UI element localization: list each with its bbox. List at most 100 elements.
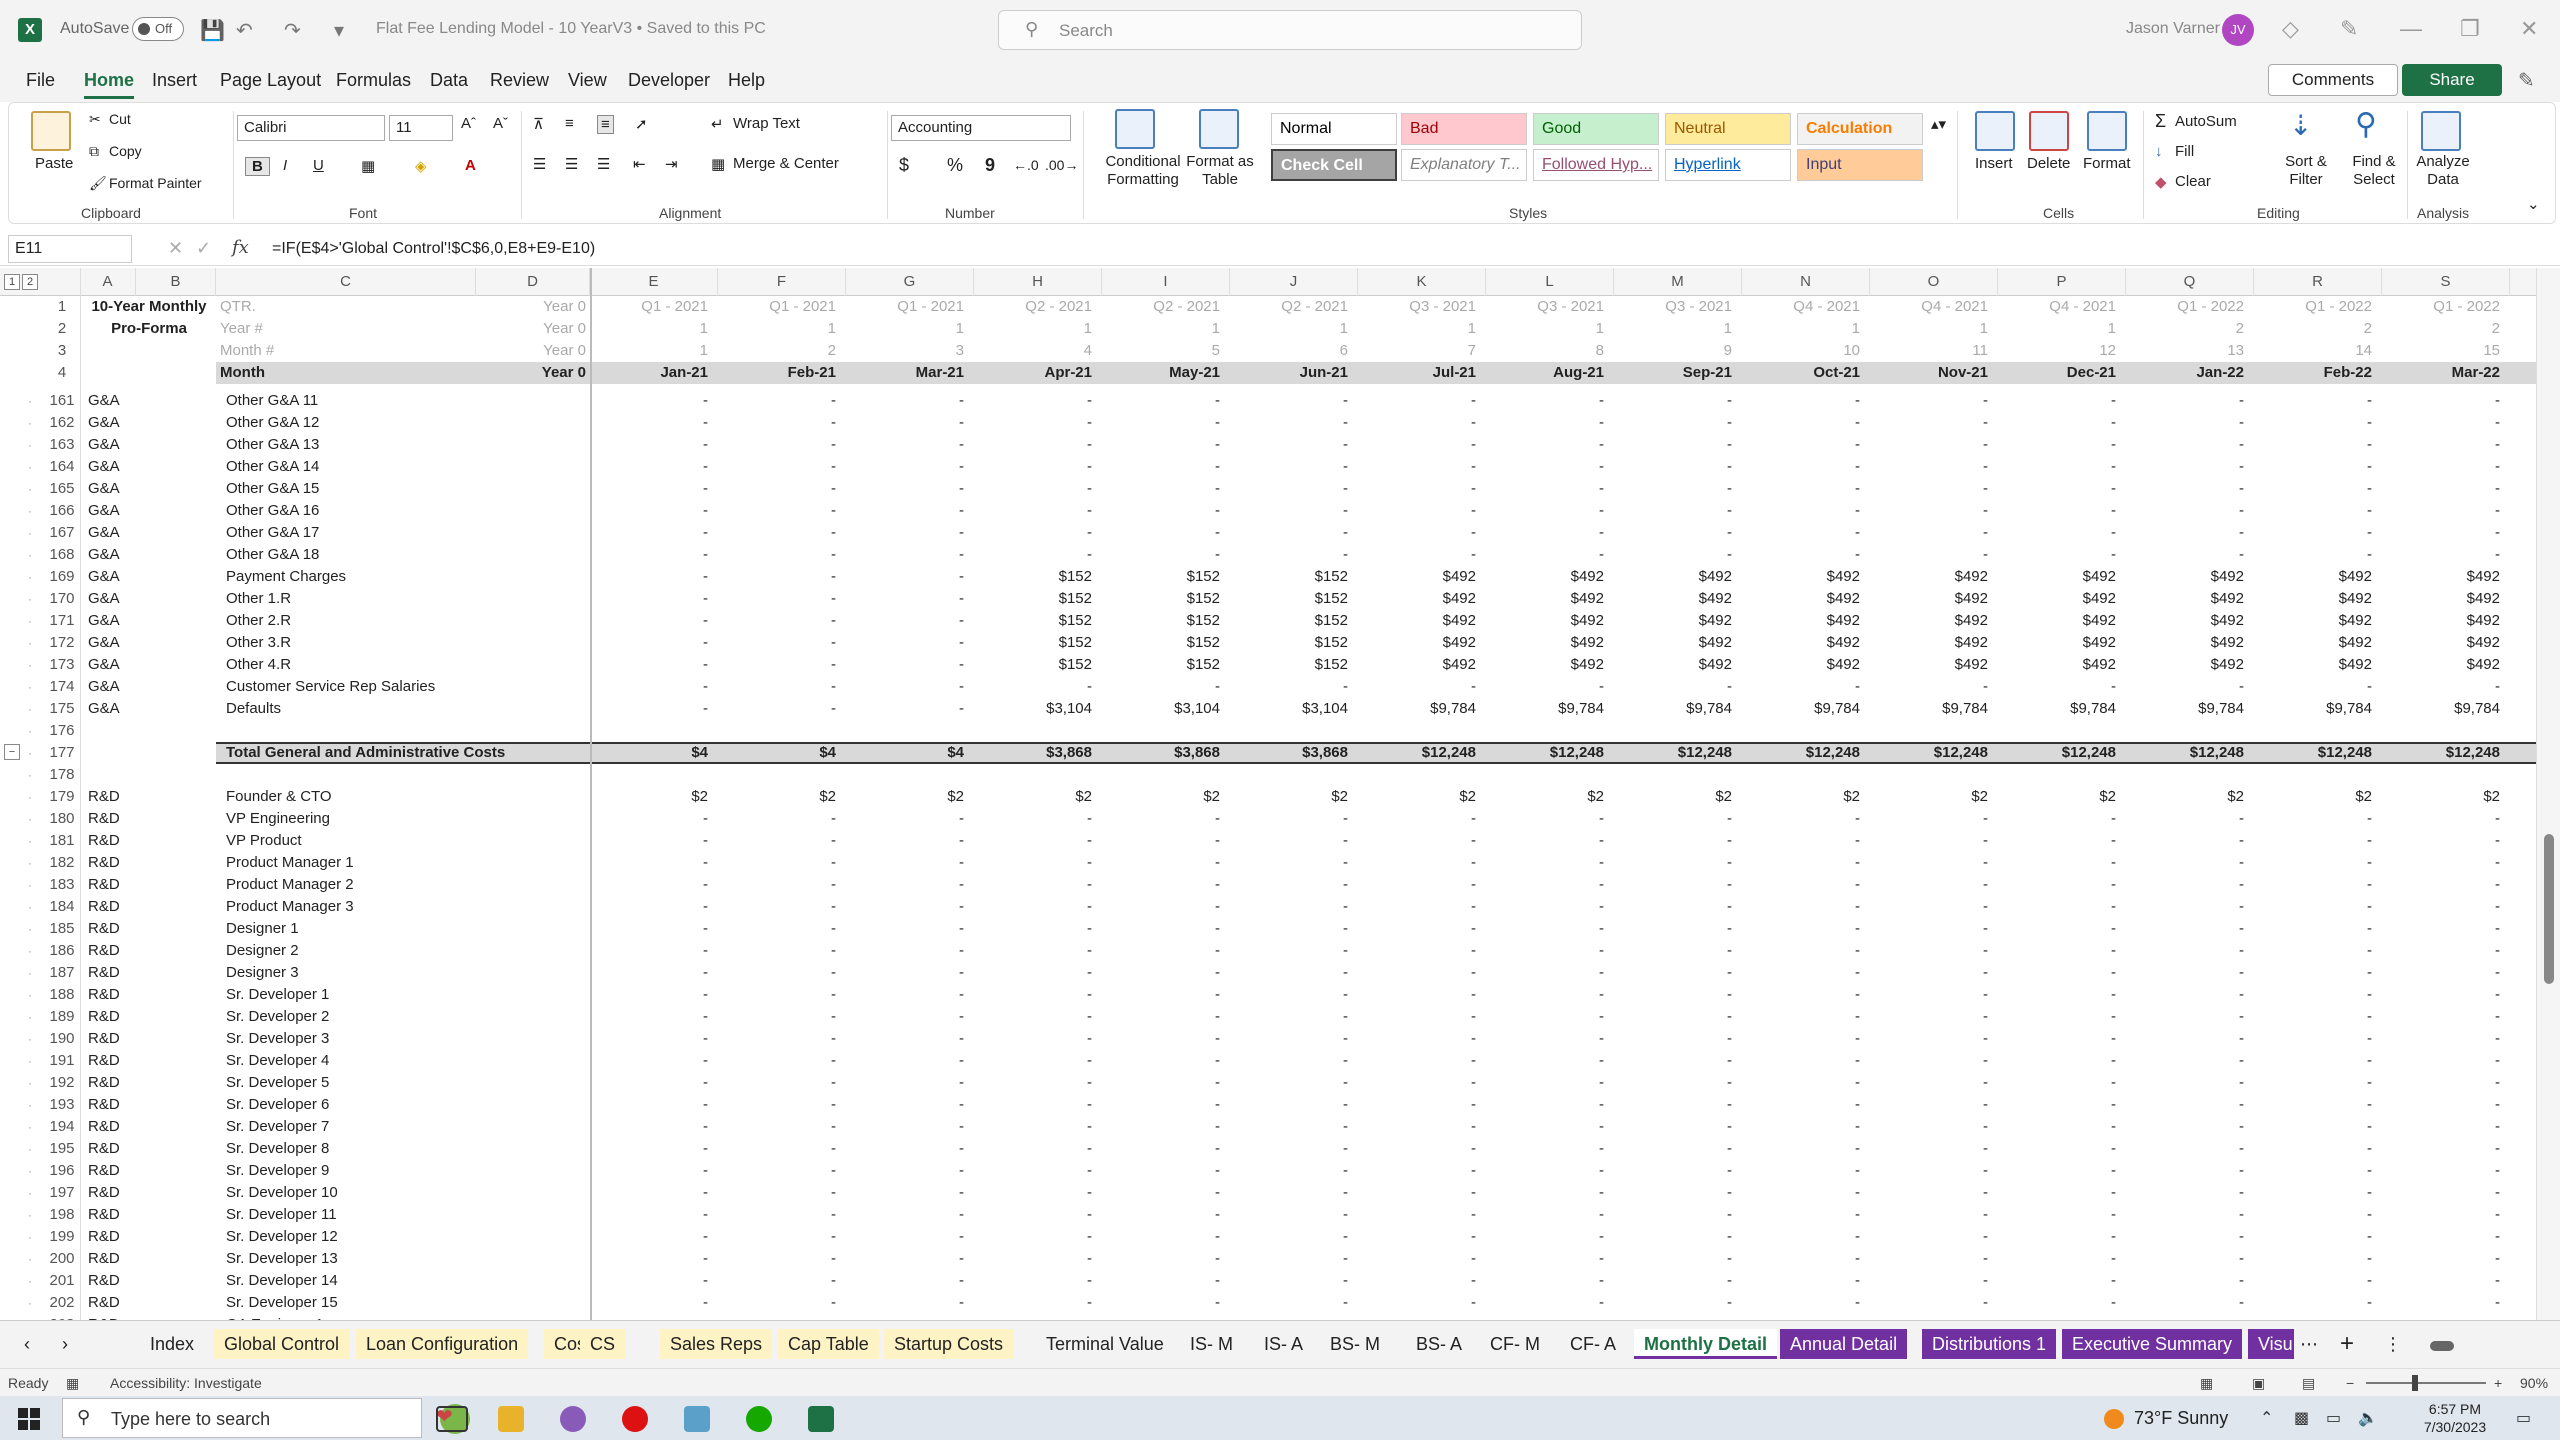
row-number[interactable]: 176 [44, 720, 80, 742]
macro-recording-icon[interactable]: ▦ [66, 1375, 79, 1392]
value-cell[interactable]: - [1998, 940, 2116, 962]
value-cell[interactable]: - [1614, 544, 1732, 566]
vertical-scroll-thumb[interactable] [2544, 834, 2554, 984]
value-cell[interactable]: - [974, 1226, 1092, 1248]
line-item-label[interactable]: Product Manager 3 [226, 896, 586, 918]
value-cell[interactable]: - [2382, 522, 2500, 544]
value-cell[interactable]: - [1742, 874, 1860, 896]
font-color-icon[interactable]: A [465, 157, 476, 174]
value-cell[interactable]: - [1358, 1138, 1476, 1160]
row-number[interactable]: 201 [44, 1270, 80, 1292]
line-item-label[interactable]: Other G&A 14 [226, 456, 586, 478]
value-cell[interactable]: $4 [718, 742, 836, 764]
category-cell[interactable]: G&A [88, 566, 136, 588]
value-cell[interactable]: - [974, 1204, 1092, 1226]
minimize-icon[interactable]: — [2400, 16, 2422, 42]
category-cell[interactable]: R&D [88, 1204, 136, 1226]
value-cell[interactable]: $152 [1230, 566, 1348, 588]
value-cell[interactable]: - [1358, 852, 1476, 874]
upwork-icon[interactable] [746, 1406, 772, 1432]
header-cell[interactable]: 1 [1614, 318, 1732, 340]
value-cell[interactable]: $492 [2126, 632, 2244, 654]
value-cell[interactable]: - [2254, 1248, 2372, 1270]
value-cell[interactable]: - [590, 1204, 708, 1226]
value-cell[interactable]: - [1614, 478, 1732, 500]
value-cell[interactable]: - [1102, 1182, 1220, 1204]
value-cell[interactable]: - [1102, 522, 1220, 544]
header-cell[interactable]: 2 [2382, 318, 2500, 340]
value-cell[interactable]: $2 [1486, 786, 1604, 808]
value-cell[interactable]: - [1486, 1270, 1604, 1292]
value-cell[interactable]: $3,104 [1230, 698, 1348, 720]
display-icon[interactable]: ▭ [2326, 1408, 2341, 1428]
category-cell[interactable]: R&D [88, 918, 136, 940]
value-cell[interactable]: - [1486, 1006, 1604, 1028]
value-cell[interactable]: - [2382, 1292, 2500, 1314]
value-cell[interactable]: - [1742, 1204, 1860, 1226]
header-cell[interactable]: 1 [590, 318, 708, 340]
value-cell[interactable]: $492 [1486, 654, 1604, 676]
value-cell[interactable]: - [1870, 1094, 1988, 1116]
line-item-label[interactable]: Product Manager 1 [226, 852, 586, 874]
value-cell[interactable]: - [1486, 412, 1604, 434]
value-cell[interactable]: $492 [2382, 610, 2500, 632]
value-cell[interactable]: - [1870, 1292, 1988, 1314]
value-cell[interactable]: - [1614, 940, 1732, 962]
value-cell[interactable]: - [1998, 1050, 2116, 1072]
value-cell[interactable]: - [718, 478, 836, 500]
value-cell[interactable]: - [718, 1182, 836, 1204]
value-cell[interactable]: - [1230, 412, 1348, 434]
value-cell[interactable]: - [1230, 478, 1348, 500]
value-cell[interactable]: - [1742, 1226, 1860, 1248]
line-item-label[interactable]: VP Engineering [226, 808, 586, 830]
row-number[interactable]: 170 [44, 588, 80, 610]
value-cell[interactable]: - [590, 676, 708, 698]
value-cell[interactable]: - [1102, 918, 1220, 940]
value-cell[interactable]: - [1998, 1028, 2116, 1050]
row-number[interactable]: 2 [44, 318, 80, 340]
format-cells-icon[interactable] [2087, 111, 2127, 151]
header-cell[interactable]: May-21 [1102, 362, 1220, 384]
line-item-label[interactable]: Total General and Administrative Costs [226, 742, 586, 764]
value-cell[interactable]: - [590, 962, 708, 984]
value-cell[interactable]: - [1742, 1248, 1860, 1270]
value-cell[interactable]: - [2254, 1006, 2372, 1028]
value-cell[interactable]: - [974, 1182, 1092, 1204]
line-item-label[interactable] [226, 764, 586, 786]
value-cell[interactable]: - [846, 1204, 964, 1226]
table-row[interactable]: 168 · G&A Other G&A 18- - - - - - - - - - - - - - - [0, 544, 2536, 566]
value-cell[interactable]: - [846, 1028, 964, 1050]
value-cell[interactable]: - [1998, 1270, 2116, 1292]
line-item-label[interactable]: Sr. Developer 6 [226, 1094, 586, 1116]
value-cell[interactable] [1102, 764, 1220, 786]
value-cell[interactable]: - [718, 940, 836, 962]
row-number[interactable]: 169 [44, 566, 80, 588]
value-cell[interactable]: $4 [846, 742, 964, 764]
value-cell[interactable]: - [1742, 1028, 1860, 1050]
sheet-tab-bs-m[interactable]: BS- M [1320, 1329, 1390, 1359]
sheet-tab-executive-summary[interactable]: Executive Summary [2062, 1329, 2243, 1359]
value-cell[interactable]: - [1870, 984, 1988, 1006]
decrease-indent-icon[interactable]: ⇤ [633, 155, 646, 173]
value-cell[interactable]: - [590, 1138, 708, 1160]
value-cell[interactable]: - [1486, 852, 1604, 874]
line-item-label[interactable]: Sr. Developer 1 [226, 984, 586, 1006]
value-cell[interactable]: $2 [974, 786, 1092, 808]
header-cell[interactable]: 5 [1102, 340, 1220, 362]
value-cell[interactable]: - [1230, 434, 1348, 456]
value-cell[interactable]: - [1486, 1116, 1604, 1138]
value-cell[interactable]: $492 [1486, 588, 1604, 610]
row-number[interactable]: 202 [44, 1292, 80, 1314]
value-cell[interactable]: $2 [1358, 786, 1476, 808]
row-number[interactable]: 191 [44, 1050, 80, 1072]
file-explorer-icon[interactable] [498, 1406, 524, 1432]
header-cell[interactable]: Q1 - 2021 [718, 296, 836, 318]
value-cell[interactable]: - [1102, 1226, 1220, 1248]
value-cell[interactable] [2254, 720, 2372, 742]
tab-home[interactable]: Home [84, 70, 135, 99]
value-cell[interactable]: - [1102, 544, 1220, 566]
notifications-icon[interactable]: ▭ [2516, 1408, 2531, 1428]
value-cell[interactable]: $492 [1870, 654, 1988, 676]
value-cell[interactable]: - [718, 610, 836, 632]
value-cell[interactable]: - [846, 610, 964, 632]
